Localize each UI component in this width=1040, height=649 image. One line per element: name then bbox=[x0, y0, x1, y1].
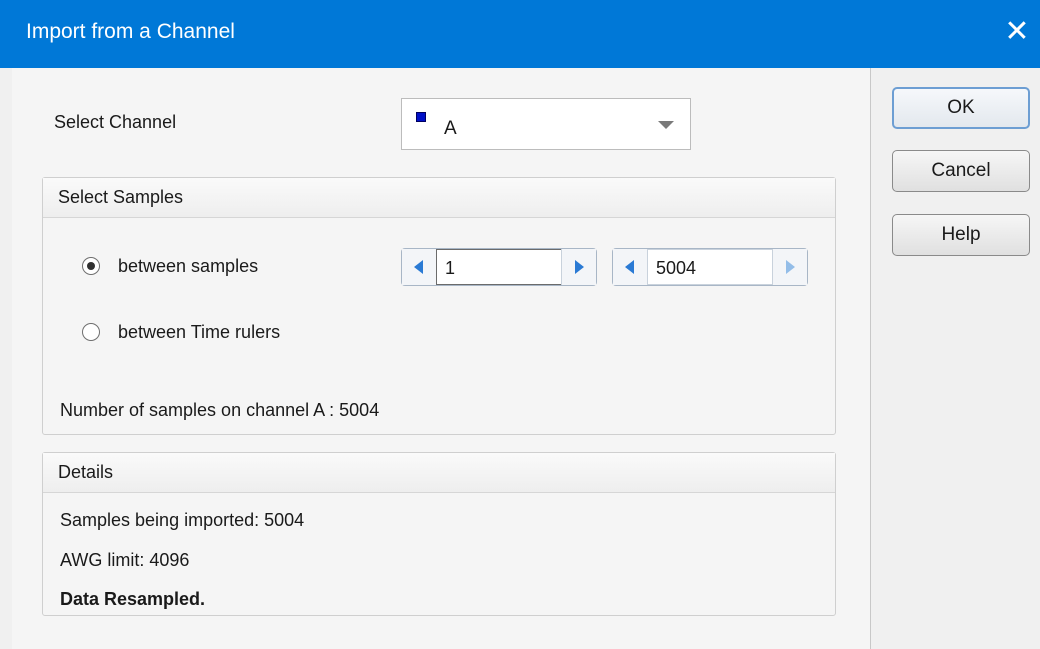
awg-limit-text: AWG limit: 4096 bbox=[60, 550, 190, 570]
channel-select[interactable]: A bbox=[401, 98, 691, 150]
radio-selected-dot bbox=[87, 262, 95, 270]
start-sample-field[interactable]: 1 bbox=[436, 249, 562, 285]
select-channel-label: Select Channel bbox=[54, 112, 177, 132]
start-sample-value: 1 bbox=[445, 258, 456, 278]
radio-between-time-rulers[interactable] bbox=[82, 323, 100, 341]
ok-button[interactable]: OK bbox=[892, 87, 1030, 129]
select-samples-header: Select Samples bbox=[43, 178, 835, 218]
dialog-title: Import from a Channel bbox=[26, 20, 235, 43]
end-sample-spinner: 5004 bbox=[612, 248, 808, 286]
close-icon[interactable]: ✕ bbox=[1002, 14, 1032, 50]
radio-between-samples[interactable] bbox=[82, 257, 100, 275]
end-sample-value: 5004 bbox=[656, 258, 697, 278]
between-samples-label[interactable]: between samples bbox=[118, 256, 258, 277]
start-decrement-button[interactable] bbox=[402, 249, 437, 285]
data-resampled-text: Data Resampled. bbox=[60, 589, 206, 609]
arrow-right-icon bbox=[786, 260, 795, 274]
chevron-down-icon[interactable] bbox=[658, 121, 674, 129]
arrow-left-icon bbox=[625, 260, 634, 274]
select-samples-title: Select Samples bbox=[58, 187, 184, 207]
arrow-right-icon bbox=[575, 260, 584, 274]
samples-imported-text: Samples being imported: 5004 bbox=[60, 510, 305, 530]
details-header: Details bbox=[43, 453, 835, 493]
between-time-rulers-label[interactable]: between Time rulers bbox=[118, 322, 280, 343]
select-samples-group: Select Samples bbox=[42, 177, 836, 435]
start-increment-button[interactable] bbox=[561, 249, 596, 285]
help-button[interactable]: Help bbox=[892, 214, 1030, 256]
end-decrement-button[interactable] bbox=[613, 249, 648, 285]
end-increment-button[interactable] bbox=[772, 249, 807, 285]
details-title: Details bbox=[58, 462, 114, 482]
cancel-button[interactable]: Cancel bbox=[892, 150, 1030, 192]
channel-color-icon bbox=[416, 112, 426, 122]
arrow-left-icon bbox=[414, 260, 423, 274]
end-sample-field[interactable]: 5004 bbox=[647, 249, 773, 285]
title-bar: Import from a Channel ✕ bbox=[0, 0, 1040, 68]
start-sample-spinner: 1 bbox=[401, 248, 597, 286]
sample-count-text: Number of samples on channel A : 5004 bbox=[60, 400, 380, 420]
channel-select-value: A bbox=[444, 118, 457, 139]
